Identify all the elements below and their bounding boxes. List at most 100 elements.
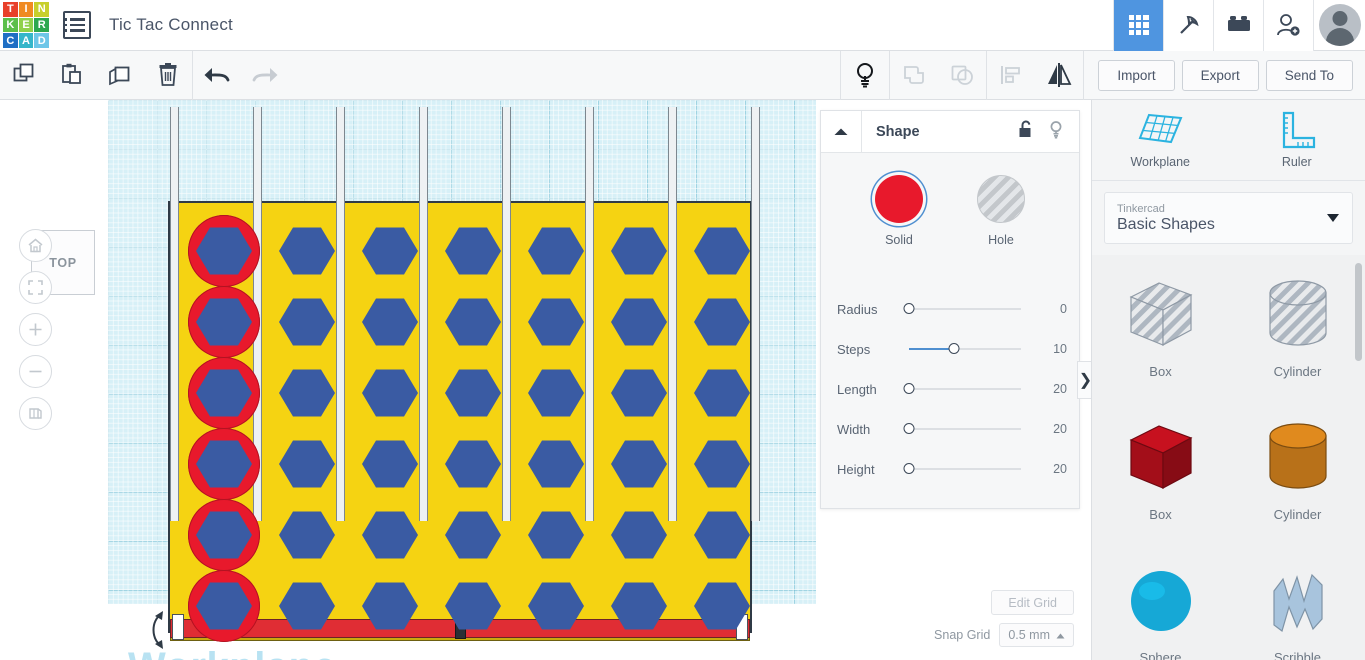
shape-item-label: Sphere	[1140, 650, 1182, 660]
slider-track-length[interactable]	[909, 388, 1021, 390]
resize-handle-left[interactable]	[172, 614, 184, 640]
undo-arrow-icon[interactable]	[193, 51, 241, 100]
grid-controls: Edit Grid Snap Grid 0.5 mm	[820, 590, 1080, 647]
slider-label-height: Height	[837, 462, 909, 477]
zoom-out-icon[interactable]	[19, 355, 52, 388]
slider-track-radius[interactable]	[909, 308, 1021, 310]
slider-knob-length[interactable]	[904, 383, 915, 394]
shapes-side-panel: Workplane Ruler Tinkercad Basic Shapes B…	[1091, 100, 1365, 660]
send-to-button[interactable]: Send To	[1266, 60, 1353, 91]
import-button[interactable]: Import	[1098, 60, 1174, 91]
avatar[interactable]	[1319, 4, 1361, 46]
export-button[interactable]: Export	[1182, 60, 1259, 91]
logo-tile-r: R	[34, 18, 49, 33]
board-slot-divider	[751, 107, 760, 521]
edit-toolbar: Import Export Send To	[0, 51, 1365, 100]
home-view-icon[interactable]	[19, 229, 52, 262]
shape-item-label: Cylinder	[1274, 507, 1322, 522]
shape-library-dropdown[interactable]: Tinkercad Basic Shapes	[1104, 192, 1353, 244]
fit-to-view-icon[interactable]	[19, 271, 52, 304]
action-buttons: Import Export Send To	[1098, 60, 1353, 91]
board-slot-divider	[668, 107, 677, 521]
slider-label-steps: Steps	[837, 342, 909, 357]
logo-tile-c: C	[3, 33, 18, 48]
solid-option[interactable]: Solid	[875, 175, 923, 247]
logo-tile-d: D	[34, 33, 49, 48]
shape-item-cylinder-1[interactable]: Cylinder	[1229, 269, 1365, 394]
zoom-in-icon[interactable]	[19, 313, 52, 346]
lightbulb-icon[interactable]	[841, 51, 889, 100]
slider-track-height[interactable]	[909, 468, 1021, 470]
shape-item-box-2[interactable]: Box	[1092, 412, 1229, 537]
edit-grid-button[interactable]: Edit Grid	[991, 590, 1074, 615]
shapes-scrollbar[interactable]	[1355, 263, 1362, 652]
logo-tile-i: I	[19, 2, 34, 17]
shape-panel-header: Shape	[821, 111, 1079, 153]
sphere-thumbnail-icon	[1119, 561, 1203, 639]
mirror-flip-icon[interactable]	[1035, 51, 1083, 100]
scrollbar-thumb[interactable]	[1355, 263, 1362, 361]
slider-knob-height[interactable]	[904, 463, 915, 474]
slider-knob-width[interactable]	[904, 423, 915, 434]
shape-library-list[interactable]: BoxCylinderBoxCylinderSphereScribble	[1092, 255, 1365, 660]
box-thumbnail-icon	[1119, 418, 1203, 496]
logo-tile-n: N	[34, 2, 49, 17]
hole-option[interactable]: Hole	[977, 175, 1025, 247]
caret-up-icon	[1056, 628, 1065, 642]
library-vendor: Tinkercad	[1117, 203, 1340, 215]
slider-track-steps[interactable]	[909, 348, 1021, 350]
toolbar-divider	[1083, 51, 1084, 100]
shape-item-sphere-4[interactable]: Sphere	[1092, 555, 1229, 660]
logo-tile-a: A	[19, 33, 34, 48]
shape-panel-body: Solid Hole Radius0Steps10Length20Width20…	[821, 153, 1079, 489]
shape-item-box-0[interactable]: Box	[1092, 269, 1229, 394]
snap-grid-label: Snap Grid	[934, 628, 990, 642]
list-menu-icon[interactable]	[63, 11, 91, 39]
ungroup-icon	[938, 51, 986, 100]
slider-knob-radius[interactable]	[904, 303, 915, 314]
ortho-perspective-icon[interactable]	[19, 397, 52, 430]
solid-label: Solid	[885, 233, 913, 247]
slider-value-steps: 10	[1033, 342, 1067, 356]
pickaxe-icon[interactable]	[1163, 0, 1213, 51]
lightbulb-icon[interactable]	[1048, 120, 1064, 144]
shape-grid: BoxCylinderBoxCylinderSphereScribble	[1092, 269, 1365, 660]
slider-row-steps: Steps 10	[837, 329, 1067, 369]
top-bar-actions	[1113, 0, 1365, 51]
slider-row-radius: Radius0	[837, 289, 1067, 329]
unlocked-padlock-icon[interactable]	[1018, 120, 1034, 144]
copy-icon[interactable]	[0, 51, 48, 100]
ruler-tool[interactable]: Ruler	[1229, 100, 1365, 180]
library-name: Basic Shapes	[1117, 216, 1340, 234]
board-slot-divider	[502, 107, 511, 521]
workplane-tool-label: Workplane	[1130, 155, 1190, 169]
slider-knob-steps[interactable]	[948, 343, 959, 354]
workplane-tool[interactable]: Workplane	[1092, 100, 1229, 180]
delete-trash-icon[interactable]	[144, 51, 192, 100]
hole-swatch	[977, 175, 1025, 223]
slider-track-width[interactable]	[909, 428, 1021, 430]
snap-grid-select[interactable]: 0.5 mm	[999, 623, 1074, 647]
slider-row-width: Width20	[837, 409, 1067, 449]
paste-icon[interactable]	[48, 51, 96, 100]
solid-swatch	[875, 175, 923, 223]
slider-row-height: Height20	[837, 449, 1067, 489]
slider-fill	[909, 348, 954, 350]
align-icon	[987, 51, 1035, 100]
tinkercad-logo[interactable]: TINKERCAD	[3, 2, 49, 48]
slider-value-radius: 0	[1033, 302, 1067, 316]
shape-panel-title: Shape	[876, 124, 920, 140]
shape-inspector-panel: Shape	[820, 110, 1080, 509]
cylinder-thumbnail-icon	[1256, 418, 1340, 496]
duplicate-icon[interactable]	[96, 51, 144, 100]
chevron-up-icon[interactable]	[821, 111, 862, 153]
gallery-grid-icon[interactable]	[1113, 0, 1163, 51]
brick-blocks-icon[interactable]	[1213, 0, 1263, 51]
shape-item-cylinder-3[interactable]: Cylinder	[1229, 412, 1365, 537]
shape-item-scribble-5[interactable]: Scribble	[1229, 555, 1365, 660]
board-slot-divider	[585, 107, 594, 521]
board-slot-divider	[419, 107, 428, 521]
add-person-icon[interactable]	[1263, 0, 1313, 51]
rotate-handle-icon[interactable]	[145, 608, 171, 652]
avatar-container	[1313, 0, 1365, 51]
